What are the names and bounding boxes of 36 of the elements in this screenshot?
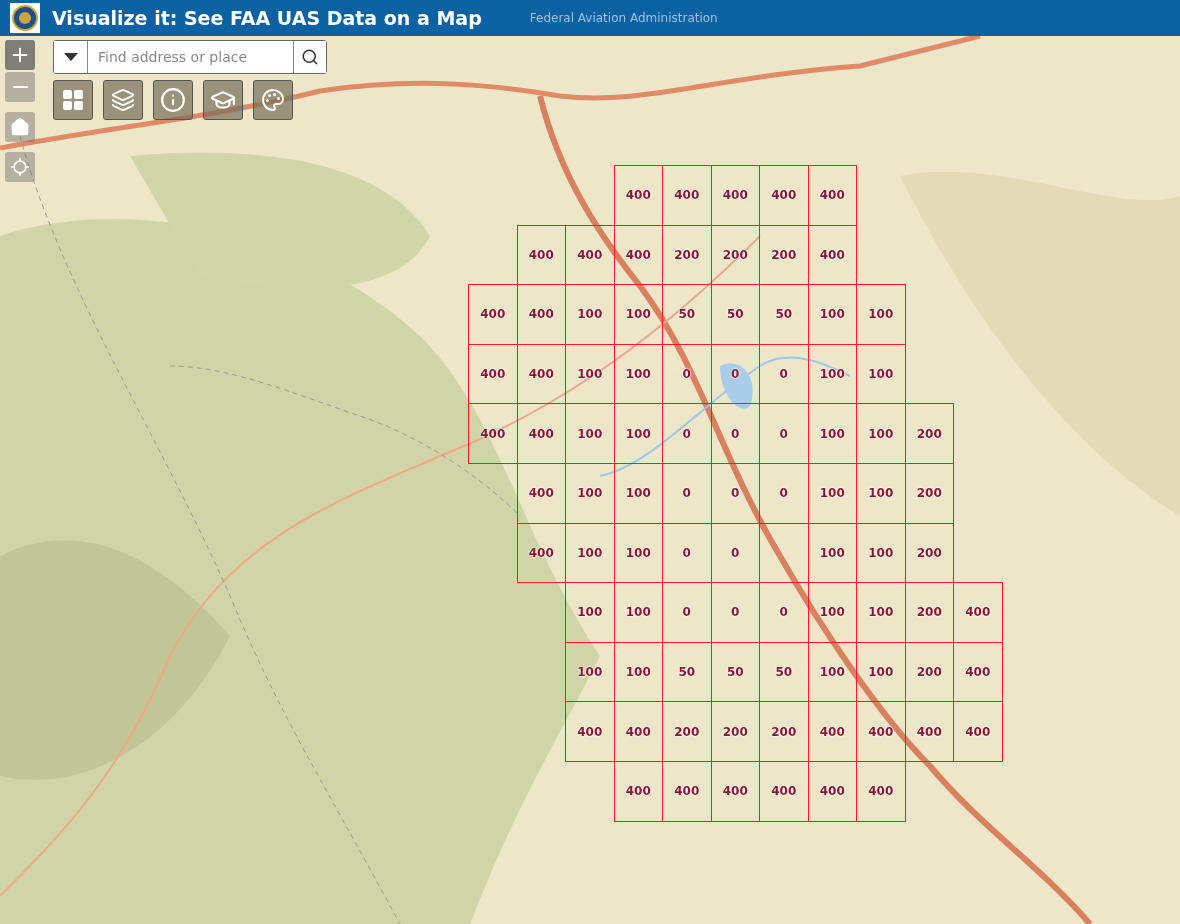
altitude-cell: 400	[613, 760, 663, 822]
info-icon	[160, 87, 186, 113]
layers-icon	[111, 88, 135, 112]
search-button[interactable]	[293, 41, 326, 73]
palette-button[interactable]	[253, 80, 293, 120]
altitude-cell: 400	[468, 284, 518, 345]
app-title: Visualize it: See FAA UAS Data on a Map	[52, 7, 482, 29]
home-icon	[10, 117, 30, 137]
altitude-cell: 400	[807, 165, 857, 226]
caret-icon	[63, 53, 78, 61]
altitude-cell: 400	[856, 760, 906, 822]
altitude-cell: 400	[468, 403, 518, 464]
search-field[interactable]: Find address or place	[53, 40, 327, 74]
altitude-cell: 400	[516, 224, 566, 286]
search-icon	[301, 48, 319, 66]
minus-icon	[12, 86, 28, 88]
basemap-gallery-button[interactable]	[53, 80, 93, 120]
zoom-in-button[interactable]	[5, 40, 35, 70]
altitude-cell: 400	[953, 701, 1003, 762]
altitude-cell: 200	[904, 403, 954, 464]
altitude-cell: 400	[516, 522, 566, 584]
palette-icon	[261, 88, 285, 112]
altitude-cell: 400	[565, 701, 615, 762]
graduation-cap-button[interactable]	[203, 80, 243, 120]
altitude-cell: 100	[856, 284, 906, 345]
home-button[interactable]	[5, 112, 35, 142]
locate-button[interactable]	[5, 152, 35, 182]
seal-logo-icon	[10, 3, 40, 33]
layers-button[interactable]	[103, 80, 143, 120]
altitude-cell: 400	[953, 582, 1003, 643]
grid-icon	[61, 88, 85, 112]
dropdown-button[interactable]	[54, 41, 88, 73]
crosshair-icon	[10, 157, 30, 177]
agency-name: Federal Aviation Administration	[529, 11, 718, 25]
info-button[interactable]	[153, 80, 193, 120]
altitude-cell: 400	[613, 165, 663, 226]
